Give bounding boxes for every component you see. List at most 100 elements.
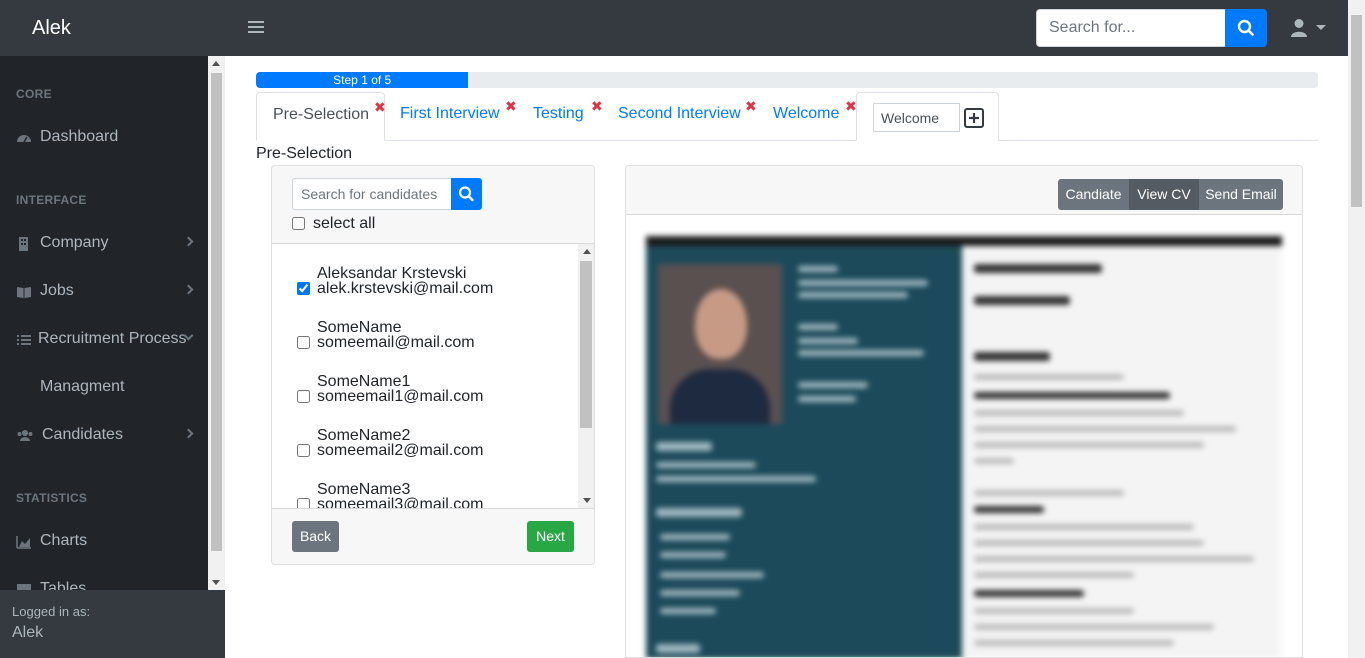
tab-label: Testing xyxy=(533,105,584,122)
tab-label: Pre-Selection xyxy=(273,106,370,123)
new-tab-name-input[interactable] xyxy=(873,103,960,132)
sidebar-heading-interface: INTERFACE xyxy=(16,193,87,207)
sidebar-item-label: Dashboard xyxy=(40,128,119,145)
sidebar-item-charts[interactable]: Charts xyxy=(16,530,192,554)
search-icon xyxy=(1237,19,1254,36)
top-navbar: Alek xyxy=(0,0,1365,56)
sidebar-item-label: Candidates xyxy=(42,426,123,443)
list-item[interactable]: SomeName someemail@mail.com xyxy=(297,319,577,351)
brand-logo[interactable]: Alek xyxy=(32,17,71,40)
sidebar-item-dashboard[interactable]: Dashboard xyxy=(16,126,192,150)
chevron-right-icon xyxy=(183,428,194,439)
navbar-search-input[interactable] xyxy=(1036,9,1225,47)
candidate-checkbox[interactable] xyxy=(297,282,310,295)
page-scroll-thumb[interactable] xyxy=(1351,15,1362,207)
list-item[interactable]: SomeName2 someemail2@mail.com xyxy=(297,428,577,459)
sidebar-toggle-icon[interactable] xyxy=(248,19,264,35)
next-button[interactable]: Next xyxy=(527,521,574,552)
page-scrollbar[interactable] xyxy=(1348,0,1365,658)
close-icon[interactable]: ✖ xyxy=(745,98,757,115)
select-all-label: select all xyxy=(313,215,376,232)
tab-label: First Interview xyxy=(400,105,500,122)
wizard-progress: Step 1 of 5 xyxy=(256,72,1318,88)
chevron-right-icon xyxy=(183,284,194,295)
list-item[interactable]: Aleksandar Krstevski alek.krstevski@mail… xyxy=(297,265,577,297)
scroll-down-icon[interactable] xyxy=(583,498,591,503)
candidate-name: SomeName xyxy=(317,319,402,336)
close-icon[interactable]: ✖ xyxy=(845,98,857,115)
book-open-icon xyxy=(17,287,31,298)
logged-in-label: Logged in as: xyxy=(12,604,91,619)
tab-second-interview[interactable]: Second Interview ✖ xyxy=(603,92,758,141)
candidate-search-button[interactable] xyxy=(451,178,482,210)
scroll-up-icon[interactable] xyxy=(583,249,591,254)
sidebar-item-jobs[interactable]: Jobs xyxy=(16,280,194,304)
list-item[interactable]: SomeName1 someemail1@mail.com xyxy=(297,373,577,405)
tab-label: Welcome xyxy=(773,105,840,122)
progress-bar: Step 1 of 5 xyxy=(256,72,469,88)
user-icon xyxy=(1291,19,1307,37)
chevron-down-icon xyxy=(1316,25,1326,30)
candidate-search-input[interactable] xyxy=(292,178,451,210)
scroll-down-icon[interactable] xyxy=(212,580,220,585)
send-email-button[interactable]: Send Email xyxy=(1199,179,1283,210)
sidebar-scrollbar[interactable] xyxy=(208,56,225,590)
sidebar-item-label: Recruitment Process xyxy=(38,330,187,347)
tab-welcome[interactable]: Welcome ✖ xyxy=(758,92,857,141)
navbar-search-button[interactable] xyxy=(1225,9,1267,47)
list-icon xyxy=(17,335,31,345)
candidate-checkbox[interactable] xyxy=(297,336,310,349)
candidate-name: Aleksandar Krstevski xyxy=(317,265,467,282)
sidebar: CORE Dashboard INTERFACE Company Jobs Re… xyxy=(0,56,225,658)
user-dropdown[interactable] xyxy=(1290,18,1330,38)
candidate-checkbox[interactable] xyxy=(297,498,310,508)
sidebar-heading-statistics: STATISTICS xyxy=(16,491,88,505)
chevron-right-icon xyxy=(183,236,194,247)
sidebar-item-company[interactable]: Company xyxy=(16,232,194,256)
tachometer-icon xyxy=(17,135,31,143)
candidate-list-scrollbar[interactable] xyxy=(578,244,594,508)
tab-testing[interactable]: Testing ✖ xyxy=(519,92,603,141)
candidate-name: SomeName1 xyxy=(317,373,411,390)
building-icon xyxy=(19,237,28,251)
chart-area-icon xyxy=(16,536,31,549)
tab-label: Second Interview xyxy=(618,105,741,122)
sidebar-footer: Logged in as: Alek xyxy=(0,590,225,658)
candidate-list: Aleksandar Krstevski alek.krstevski@mail… xyxy=(272,244,594,508)
close-icon[interactable]: ✖ xyxy=(591,98,603,115)
select-all-checkbox[interactable] xyxy=(292,217,305,230)
close-icon[interactable]: ✖ xyxy=(374,99,386,116)
logged-in-user: Alek xyxy=(12,624,44,641)
candidates-card: select all Aleksandar Krstevski alek.krs… xyxy=(271,165,595,565)
candidate-list-scroll-thumb[interactable] xyxy=(580,261,592,428)
cv-card-header: Candiate View CV Send Email xyxy=(626,166,1302,215)
plus-square-icon[interactable] xyxy=(964,108,984,128)
candidates-card-header: select all xyxy=(272,166,594,244)
candidate-button[interactable]: Candiate xyxy=(1058,179,1129,210)
candidate-email: alek.krstevski@mail.com xyxy=(317,280,494,297)
new-tab-form xyxy=(856,92,999,141)
candidate-email: someemail2@mail.com xyxy=(317,442,484,459)
candidate-email: someemail3@mail.com xyxy=(317,496,484,509)
candidate-checkbox[interactable] xyxy=(297,444,310,457)
cv-card: Candiate View CV Send Email xyxy=(625,165,1303,658)
sidebar-item-label: Charts xyxy=(40,532,88,549)
sidebar-item-recruitment-process[interactable]: Recruitment Process xyxy=(16,328,194,352)
sidebar-item-candidates[interactable]: Candidates xyxy=(16,424,194,448)
back-button[interactable]: Back xyxy=(292,521,339,552)
sidebar-item-label: Managment xyxy=(40,378,125,395)
candidate-name: SomeName3 xyxy=(317,481,411,498)
scroll-up-icon[interactable] xyxy=(212,61,220,66)
sidebar-item-label: Jobs xyxy=(40,282,74,299)
tab-first-interview[interactable]: First Interview ✖ xyxy=(385,92,519,141)
sidebar-item-managment[interactable]: Managment xyxy=(16,376,192,400)
candidate-checkbox[interactable] xyxy=(297,390,310,403)
sidebar-item-label: Company xyxy=(40,234,109,251)
cv-preview-image xyxy=(646,236,1282,657)
list-item[interactable]: SomeName3 someemail3@mail.com xyxy=(297,481,577,509)
sidebar-scroll-thumb[interactable] xyxy=(211,73,222,551)
tab-pre-selection[interactable]: Pre-Selection ✖ xyxy=(256,92,386,141)
sidebar-heading-core: CORE xyxy=(16,87,52,101)
view-cv-button[interactable]: View CV xyxy=(1129,179,1199,210)
close-icon[interactable]: ✖ xyxy=(505,98,517,115)
